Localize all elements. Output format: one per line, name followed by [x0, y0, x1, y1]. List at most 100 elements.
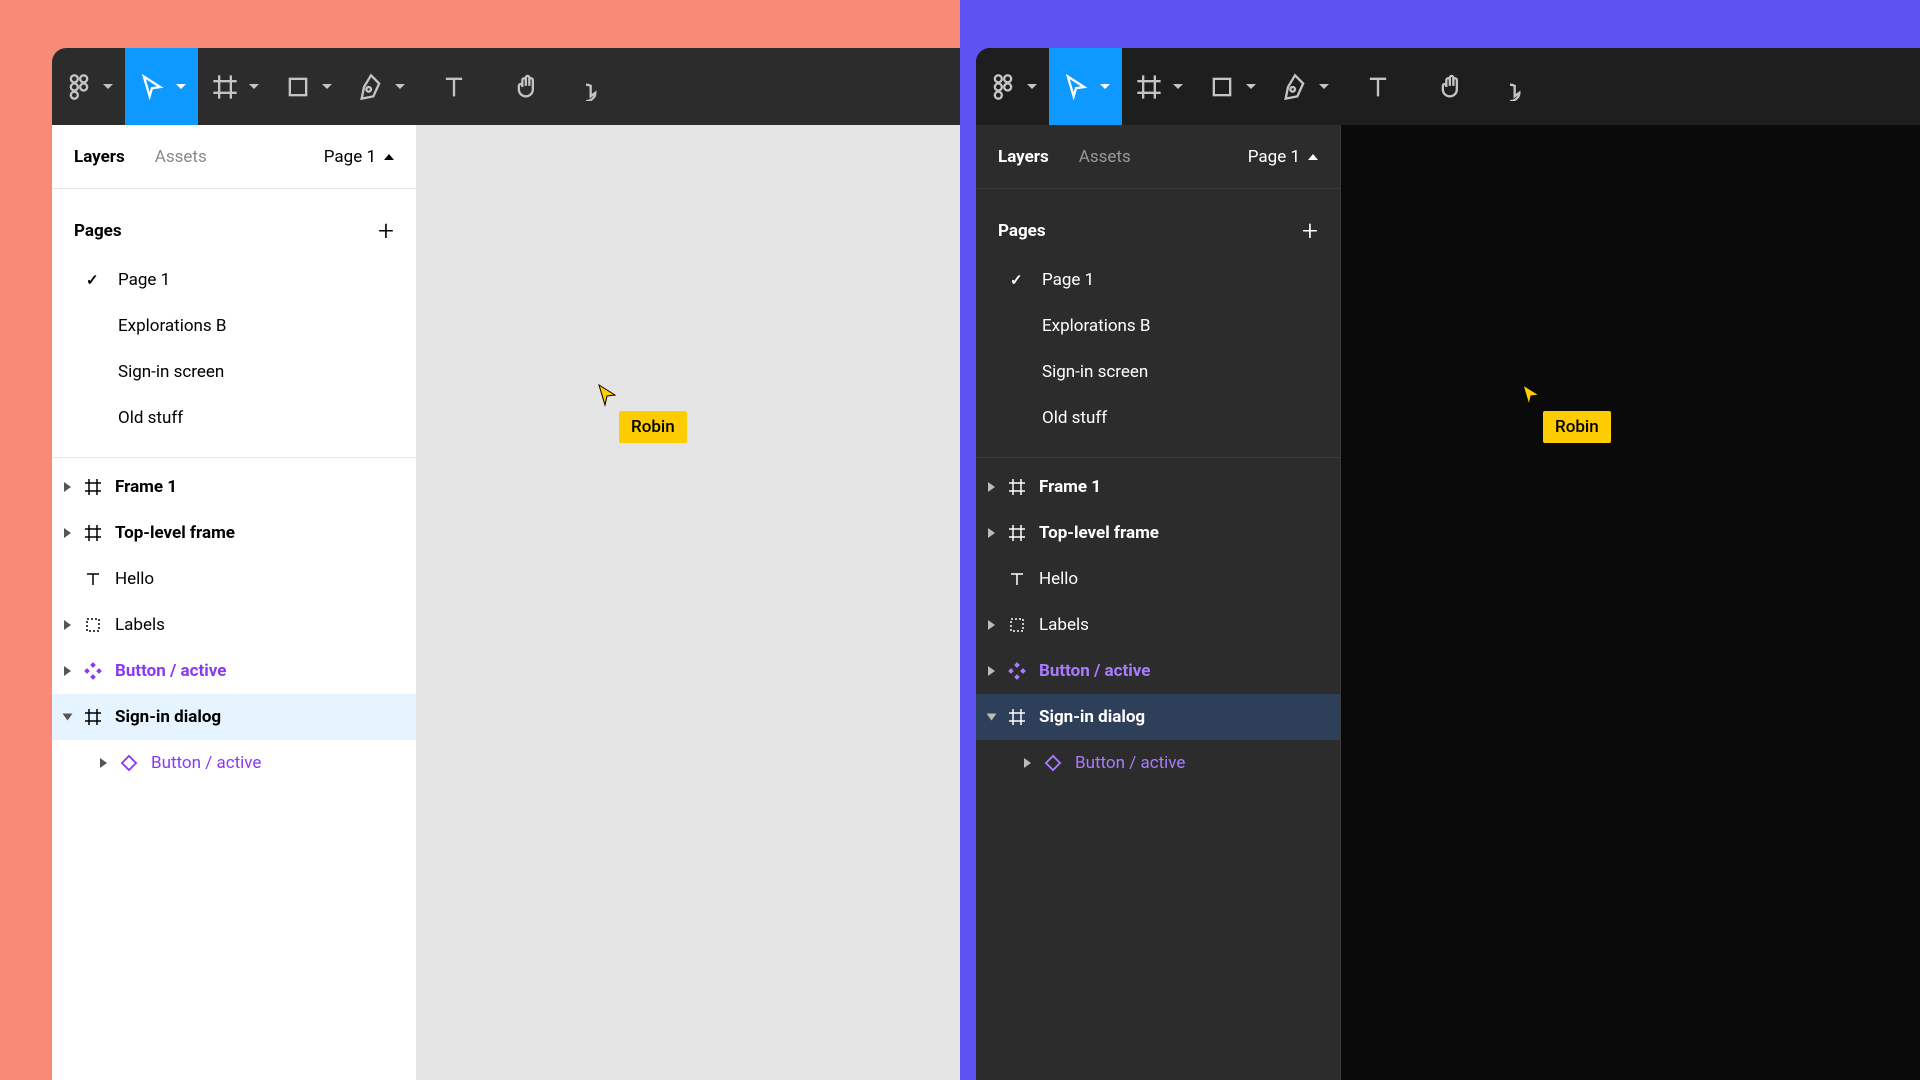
chevron-down-icon [987, 714, 997, 721]
layer-row[interactable]: Button / active [52, 740, 416, 786]
canvas[interactable]: Robin [1341, 125, 1920, 1080]
comment-tool-button[interactable] [563, 48, 636, 125]
rectangle-icon [1208, 73, 1236, 101]
hand-tool-button[interactable] [490, 48, 563, 125]
layer-row[interactable]: Top-level frame [52, 510, 416, 556]
layer-row[interactable]: Button / active [976, 648, 1340, 694]
pen-tool-button[interactable] [344, 48, 417, 125]
chevron-right-icon [64, 528, 71, 538]
frame-icon [83, 477, 103, 497]
comment-tool-button[interactable] [1487, 48, 1560, 125]
page-item[interactable]: Page 1 [52, 257, 416, 303]
collaborator-name-tag: Robin [1543, 411, 1611, 443]
text-icon [1364, 73, 1392, 101]
hand-icon [513, 73, 541, 101]
shape-tool-button[interactable] [271, 48, 344, 125]
chevron-up-icon [384, 154, 394, 160]
component-icon [83, 661, 103, 681]
tab-layers[interactable]: Layers [998, 147, 1049, 167]
chevron-up-icon [1308, 154, 1318, 160]
layer-row[interactable]: Sign-in dialog [976, 694, 1340, 740]
cursor-icon [138, 73, 166, 101]
layer-row[interactable]: Top-level frame [976, 510, 1340, 556]
move-tool-button[interactable] [125, 48, 198, 125]
pen-tool-button[interactable] [1268, 48, 1341, 125]
chevron-right-icon [1024, 758, 1031, 768]
tab-assets[interactable]: Assets [155, 147, 207, 167]
chevron-right-icon [988, 666, 995, 676]
figma-window-light: Layers Assets Page 1 Pages + Page 1 Expl… [52, 48, 960, 1080]
page-item[interactable]: Explorations B [976, 303, 1340, 349]
layer-row[interactable]: Labels [52, 602, 416, 648]
layer-row[interactable]: Button / active [976, 740, 1340, 786]
page-item[interactable]: Old stuff [976, 395, 1340, 441]
collaborator-name-tag: Robin [619, 411, 687, 443]
page-selector[interactable]: Page 1 [324, 147, 394, 167]
frame-icon [1007, 707, 1027, 727]
page-item[interactable]: Explorations B [52, 303, 416, 349]
left-panel: Layers Assets Page 1 Pages + Page 1 Expl… [976, 125, 1341, 1080]
layer-row[interactable]: Sign-in dialog [52, 694, 416, 740]
instance-icon [1043, 753, 1063, 773]
instance-icon [119, 753, 139, 773]
add-page-button[interactable]: + [378, 217, 394, 245]
figma-menu-button[interactable] [52, 48, 125, 125]
chevron-right-icon [64, 482, 71, 492]
text-icon [440, 73, 468, 101]
page-item[interactable]: Sign-in screen [52, 349, 416, 395]
text-tool-button[interactable] [417, 48, 490, 125]
toolbar [976, 48, 1920, 125]
page-item[interactable]: Sign-in screen [976, 349, 1340, 395]
canvas[interactable]: Robin [417, 125, 960, 1080]
figma-logo-icon [65, 73, 93, 101]
shape-tool-button[interactable] [1195, 48, 1268, 125]
cursor-icon [597, 383, 617, 407]
frame-icon [1007, 477, 1027, 497]
layer-row[interactable]: Frame 1 [52, 464, 416, 510]
tab-layers[interactable]: Layers [74, 147, 125, 167]
comment-icon [586, 73, 614, 101]
figma-logo-icon [989, 73, 1017, 101]
frame-icon [1135, 73, 1163, 101]
add-page-button[interactable]: + [1302, 217, 1318, 245]
move-tool-button[interactable] [1049, 48, 1122, 125]
component-icon [1007, 661, 1027, 681]
layer-row[interactable]: Hello [52, 556, 416, 602]
tab-assets[interactable]: Assets [1079, 147, 1131, 167]
frame-icon [1007, 523, 1027, 543]
layer-row[interactable]: Labels [976, 602, 1340, 648]
text-icon [83, 569, 103, 589]
page-selector[interactable]: Page 1 [1248, 147, 1318, 167]
chevron-right-icon [64, 666, 71, 676]
cursor-icon [1521, 383, 1541, 407]
check-icon [86, 270, 102, 290]
pages-heading: Pages [998, 221, 1046, 241]
figma-window-dark: Layers Assets Page 1 Pages + Page 1 Expl… [976, 48, 1920, 1080]
chevron-right-icon [64, 620, 71, 630]
chevron-right-icon [988, 620, 995, 630]
frame-tool-button[interactable] [1122, 48, 1195, 125]
pages-heading: Pages [74, 221, 122, 241]
hand-icon [1437, 73, 1465, 101]
page-item[interactable]: Old stuff [52, 395, 416, 441]
figma-menu-button[interactable] [976, 48, 1049, 125]
group-icon [1007, 615, 1027, 635]
comment-icon [1510, 73, 1538, 101]
rectangle-icon [284, 73, 312, 101]
layer-row[interactable]: Hello [976, 556, 1340, 602]
hand-tool-button[interactable] [1414, 48, 1487, 125]
frame-icon [83, 707, 103, 727]
page-item[interactable]: Page 1 [976, 257, 1340, 303]
text-tool-button[interactable] [1341, 48, 1414, 125]
layer-row[interactable]: Button / active [52, 648, 416, 694]
frame-icon [83, 523, 103, 543]
toolbar [52, 48, 960, 125]
chevron-right-icon [100, 758, 107, 768]
chevron-right-icon [988, 528, 995, 538]
text-icon [1007, 569, 1027, 589]
check-icon [1010, 270, 1026, 290]
frame-tool-button[interactable] [198, 48, 271, 125]
left-panel: Layers Assets Page 1 Pages + Page 1 Expl… [52, 125, 417, 1080]
group-icon [83, 615, 103, 635]
layer-row[interactable]: Frame 1 [976, 464, 1340, 510]
